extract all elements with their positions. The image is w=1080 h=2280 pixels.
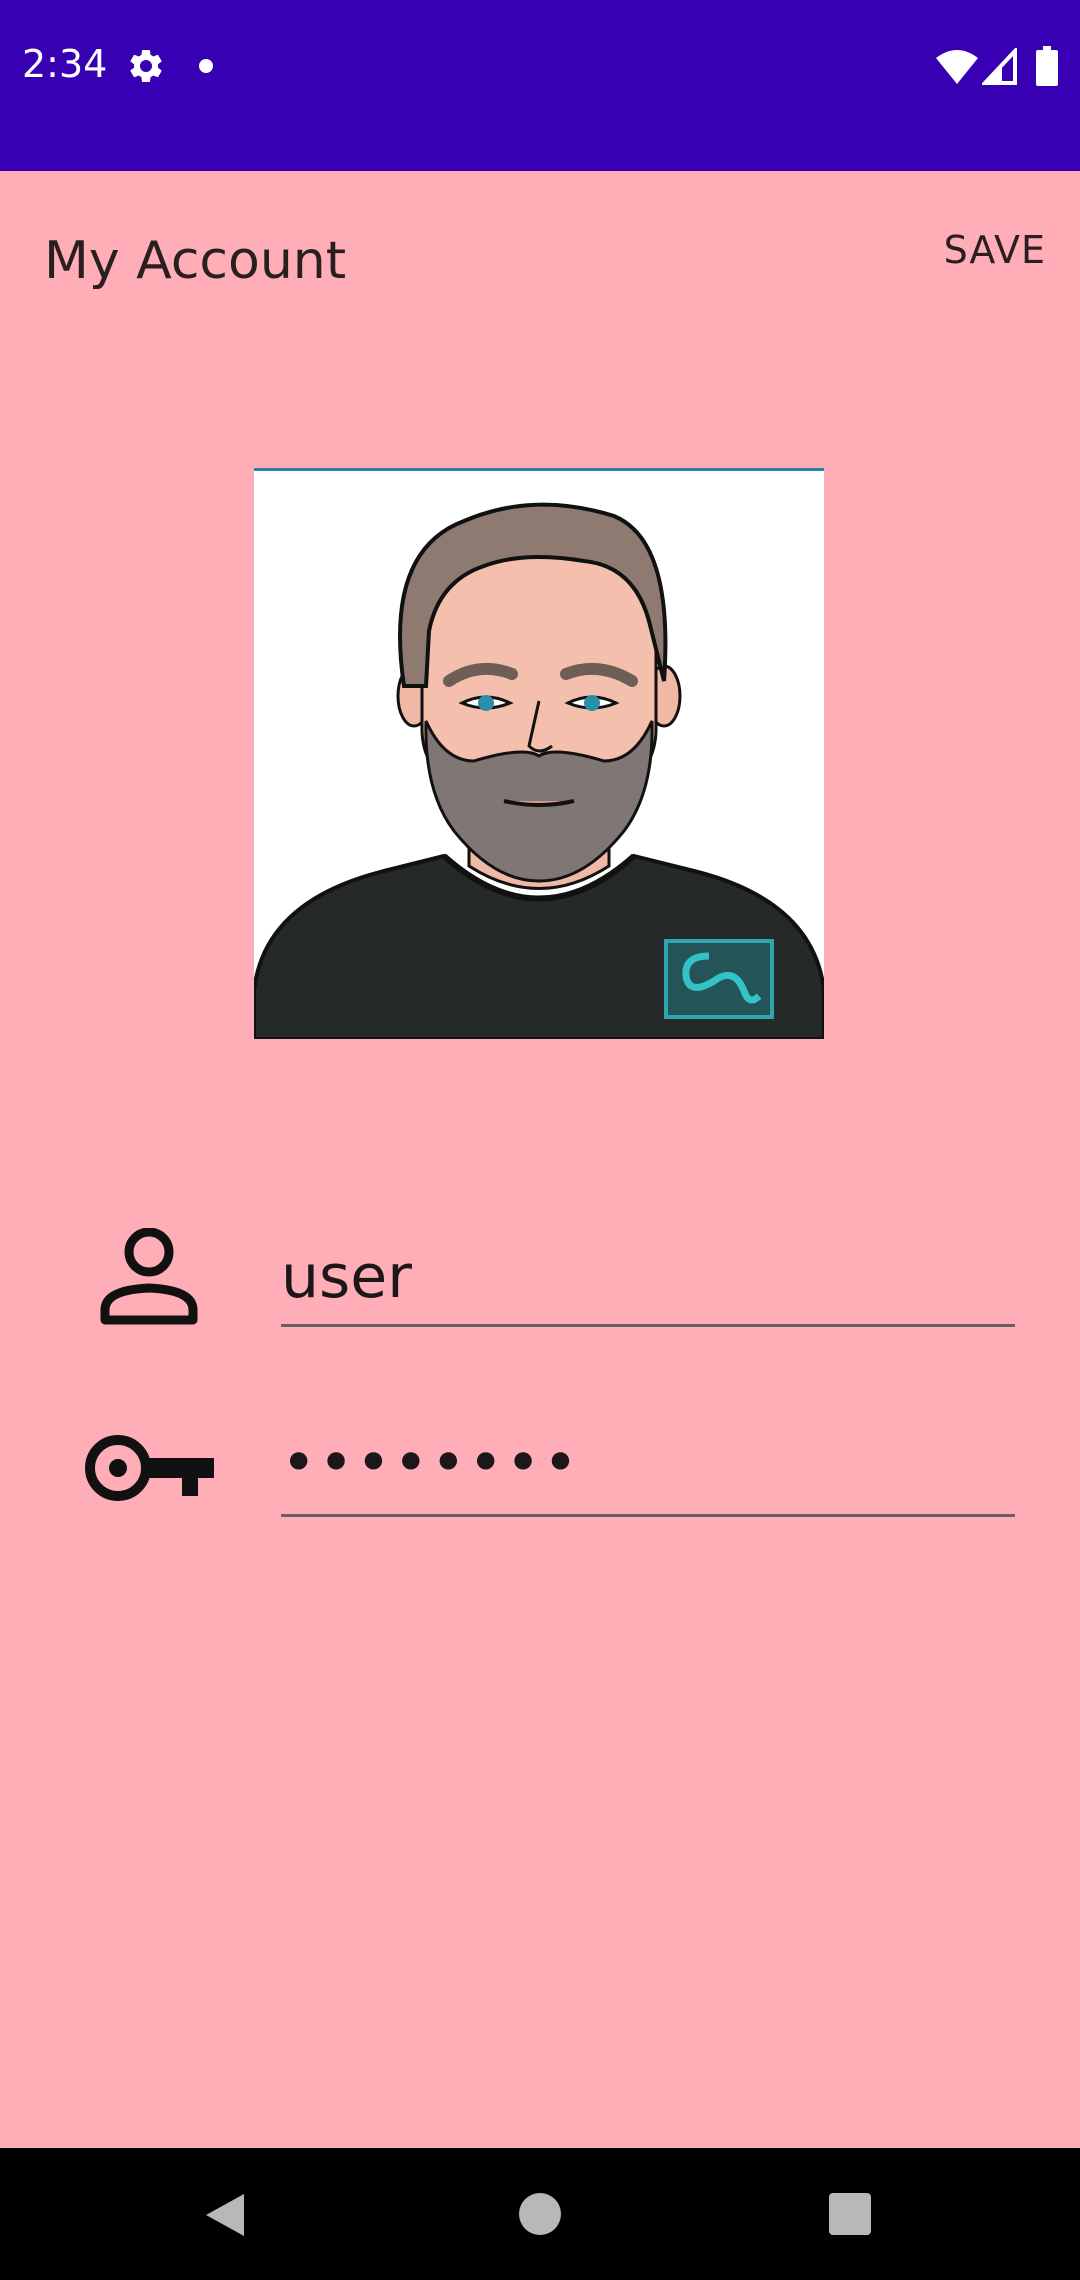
back-icon[interactable] (204, 2192, 246, 2238)
password-field[interactable]: •••••••• (281, 1418, 1015, 1517)
avatar[interactable] (254, 468, 824, 1039)
gear-icon (130, 49, 162, 82)
recents-icon[interactable] (829, 2193, 871, 2235)
avatar-photo (254, 471, 824, 1039)
username-field[interactable]: user (281, 1224, 1015, 1327)
status-time: 2:34 (22, 42, 108, 86)
page-title: My Account (44, 231, 347, 291)
save-button[interactable]: SAVE (944, 222, 1046, 278)
status-bar: 2:34 (0, 0, 1080, 171)
battery-icon (1036, 46, 1058, 86)
notification-dot-icon (199, 59, 213, 73)
wifi-icon (936, 50, 978, 84)
signal-icon (982, 48, 1017, 85)
person-icon (100, 1228, 198, 1325)
key-icon (85, 1435, 214, 1501)
home-icon[interactable] (519, 2193, 561, 2235)
